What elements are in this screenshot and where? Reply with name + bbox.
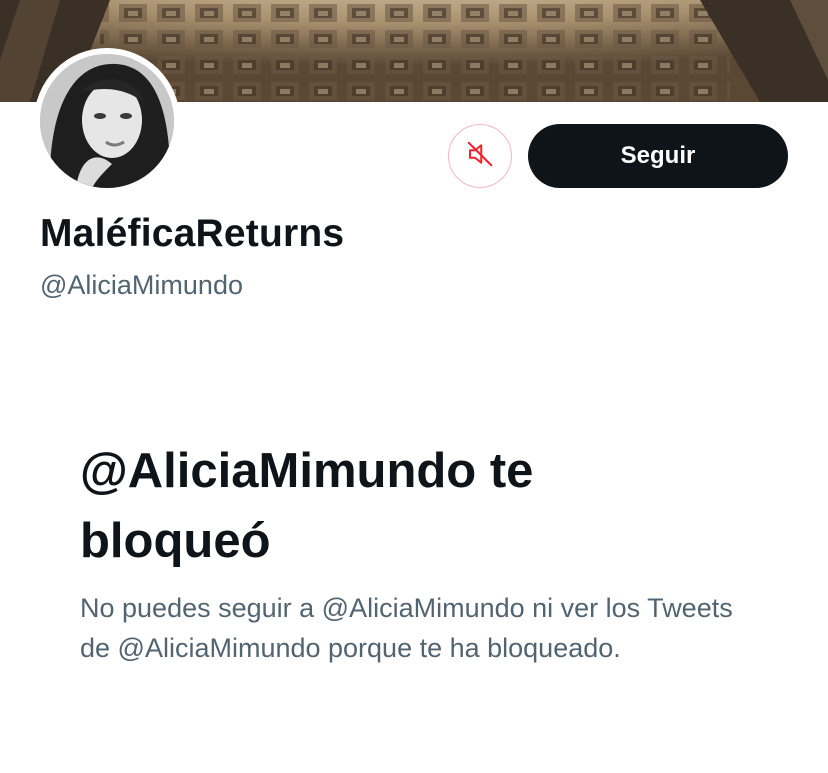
avatar-photo [40,54,174,188]
unmute-button[interactable] [448,124,512,188]
follow-button[interactable]: Seguir [528,124,788,188]
avatar[interactable] [34,48,180,194]
username-handle: @AliciaMimundo [40,270,243,300]
blocked-title: @AliciaMimundo te bloqueó [80,444,534,568]
profile-page: Seguir MaléficaReturns @AliciaMimundo @A… [0,0,828,773]
follow-button-label: Seguir [620,142,696,169]
blocked-message: No puedes seguir a @AliciaMimundo ni ver… [80,593,733,663]
display-name: MaléficaReturns [40,212,345,255]
speaker-muted-icon [465,139,495,174]
